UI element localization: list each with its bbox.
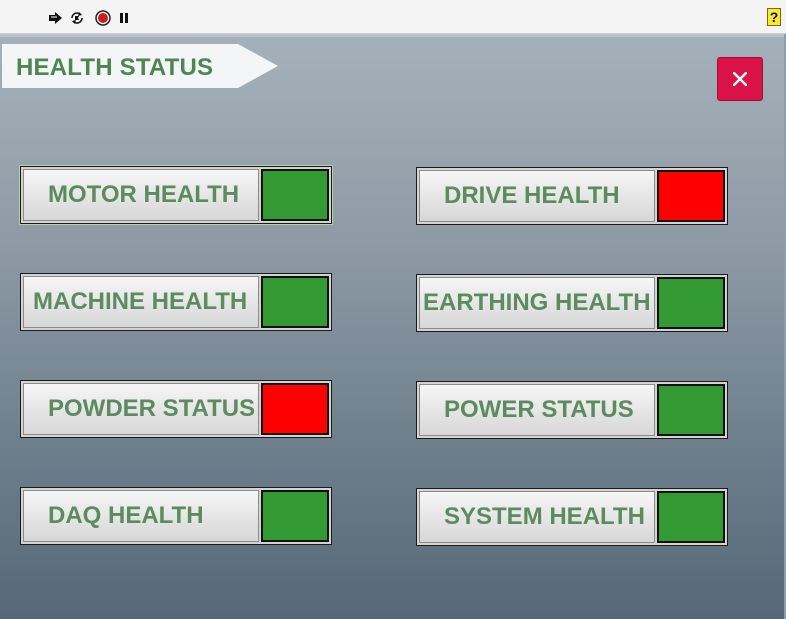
powder-status-button[interactable]: POWDER STATUS xyxy=(23,383,259,435)
close-button[interactable] xyxy=(717,57,763,101)
powder-status-indicator xyxy=(261,383,329,435)
daq-health-button[interactable]: DAQ HEALTH xyxy=(23,490,259,542)
machine-health-button[interactable]: MACHINE HEALTH xyxy=(23,276,259,328)
page-title: HEALTH STATUS xyxy=(16,54,214,81)
motor-health-indicator xyxy=(261,169,329,221)
health-status-panel: HEALTH STATUS MOTOR HEALTH MACHINE HEALT… xyxy=(0,34,786,619)
status-motor-health: MOTOR HEALTH xyxy=(19,165,333,225)
earthing-health-indicator xyxy=(657,277,725,329)
abort-stop-icon[interactable] xyxy=(95,10,111,26)
power-status-indicator xyxy=(657,384,725,436)
toolbar: ? xyxy=(0,0,786,34)
status-powder-status: POWDER STATUS xyxy=(20,380,332,438)
status-drive-health: DRIVE HEALTH xyxy=(416,167,728,225)
title-tab: HEALTH STATUS xyxy=(2,44,278,88)
drive-health-indicator xyxy=(657,170,725,222)
system-health-indicator xyxy=(657,491,725,543)
motor-health-button[interactable]: MOTOR HEALTH xyxy=(23,169,259,221)
pause-icon[interactable] xyxy=(116,10,132,26)
daq-health-indicator xyxy=(261,490,329,542)
drive-health-button[interactable]: DRIVE HEALTH xyxy=(419,170,655,222)
run-arrow-icon[interactable] xyxy=(48,10,64,26)
status-machine-health: MACHINE HEALTH xyxy=(20,273,332,331)
machine-health-indicator xyxy=(261,276,329,328)
run-continuously-icon[interactable] xyxy=(69,10,85,26)
status-system-health: SYSTEM HEALTH xyxy=(416,488,728,546)
system-health-button[interactable]: SYSTEM HEALTH xyxy=(419,491,655,543)
status-daq-health: DAQ HEALTH xyxy=(20,487,332,545)
context-help-icon[interactable]: ? xyxy=(766,8,782,26)
status-earthing-health: EARTHING HEALTH xyxy=(416,274,728,332)
status-power-status: POWER STATUS xyxy=(416,381,728,439)
close-icon xyxy=(733,72,747,86)
power-status-button[interactable]: POWER STATUS xyxy=(419,384,655,436)
earthing-health-button[interactable]: EARTHING HEALTH xyxy=(419,277,655,329)
svg-text:?: ? xyxy=(770,9,779,25)
panel-top-border xyxy=(0,34,784,37)
